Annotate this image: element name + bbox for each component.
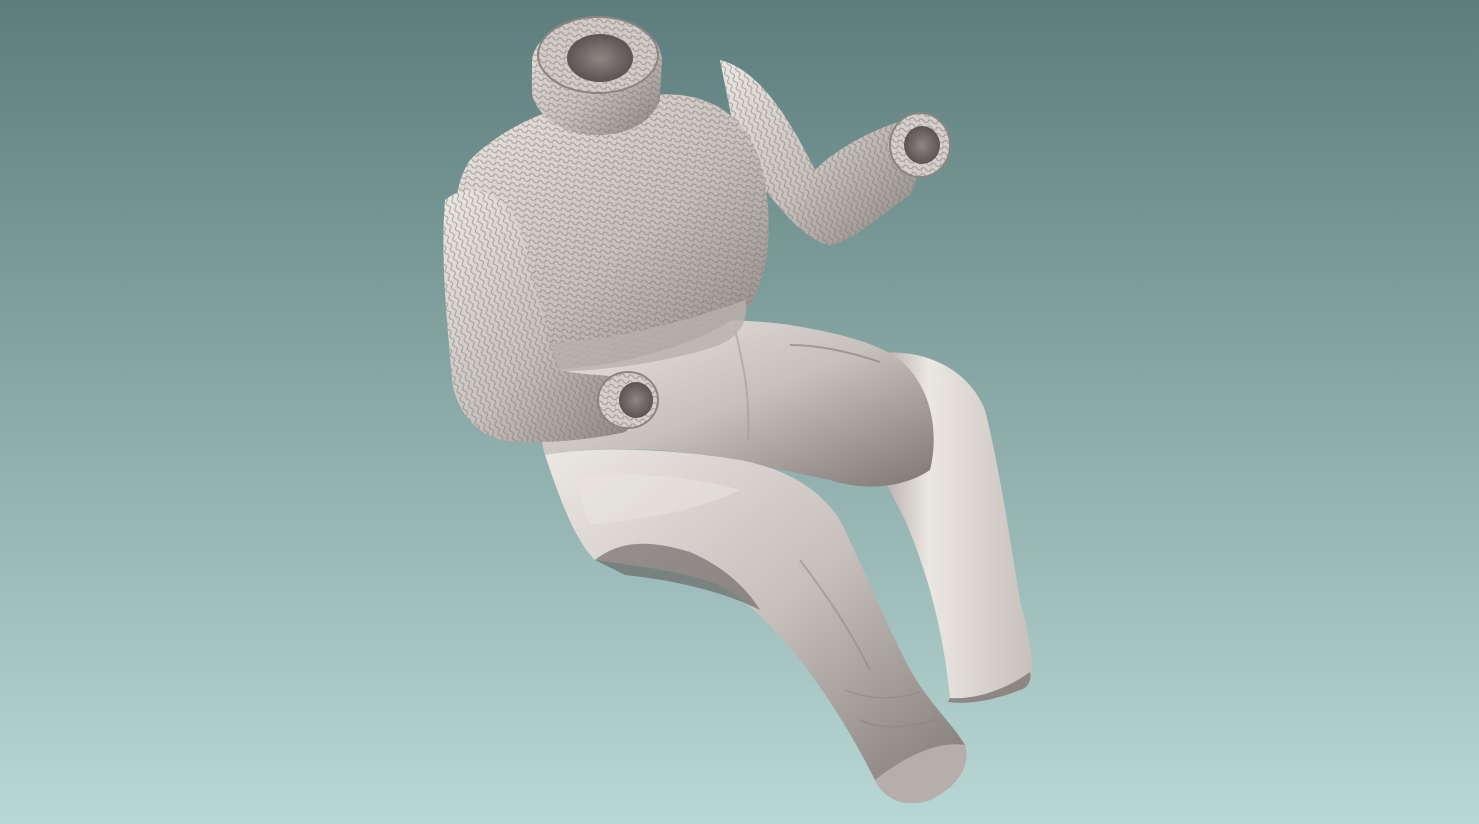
sculpt-viewport[interactable] xyxy=(0,0,1479,824)
viewport-canvas[interactable] xyxy=(0,0,1479,824)
turtleneck-collar xyxy=(532,16,662,135)
left-cuff-opening xyxy=(597,371,659,429)
right-cuff-opening xyxy=(889,112,951,178)
